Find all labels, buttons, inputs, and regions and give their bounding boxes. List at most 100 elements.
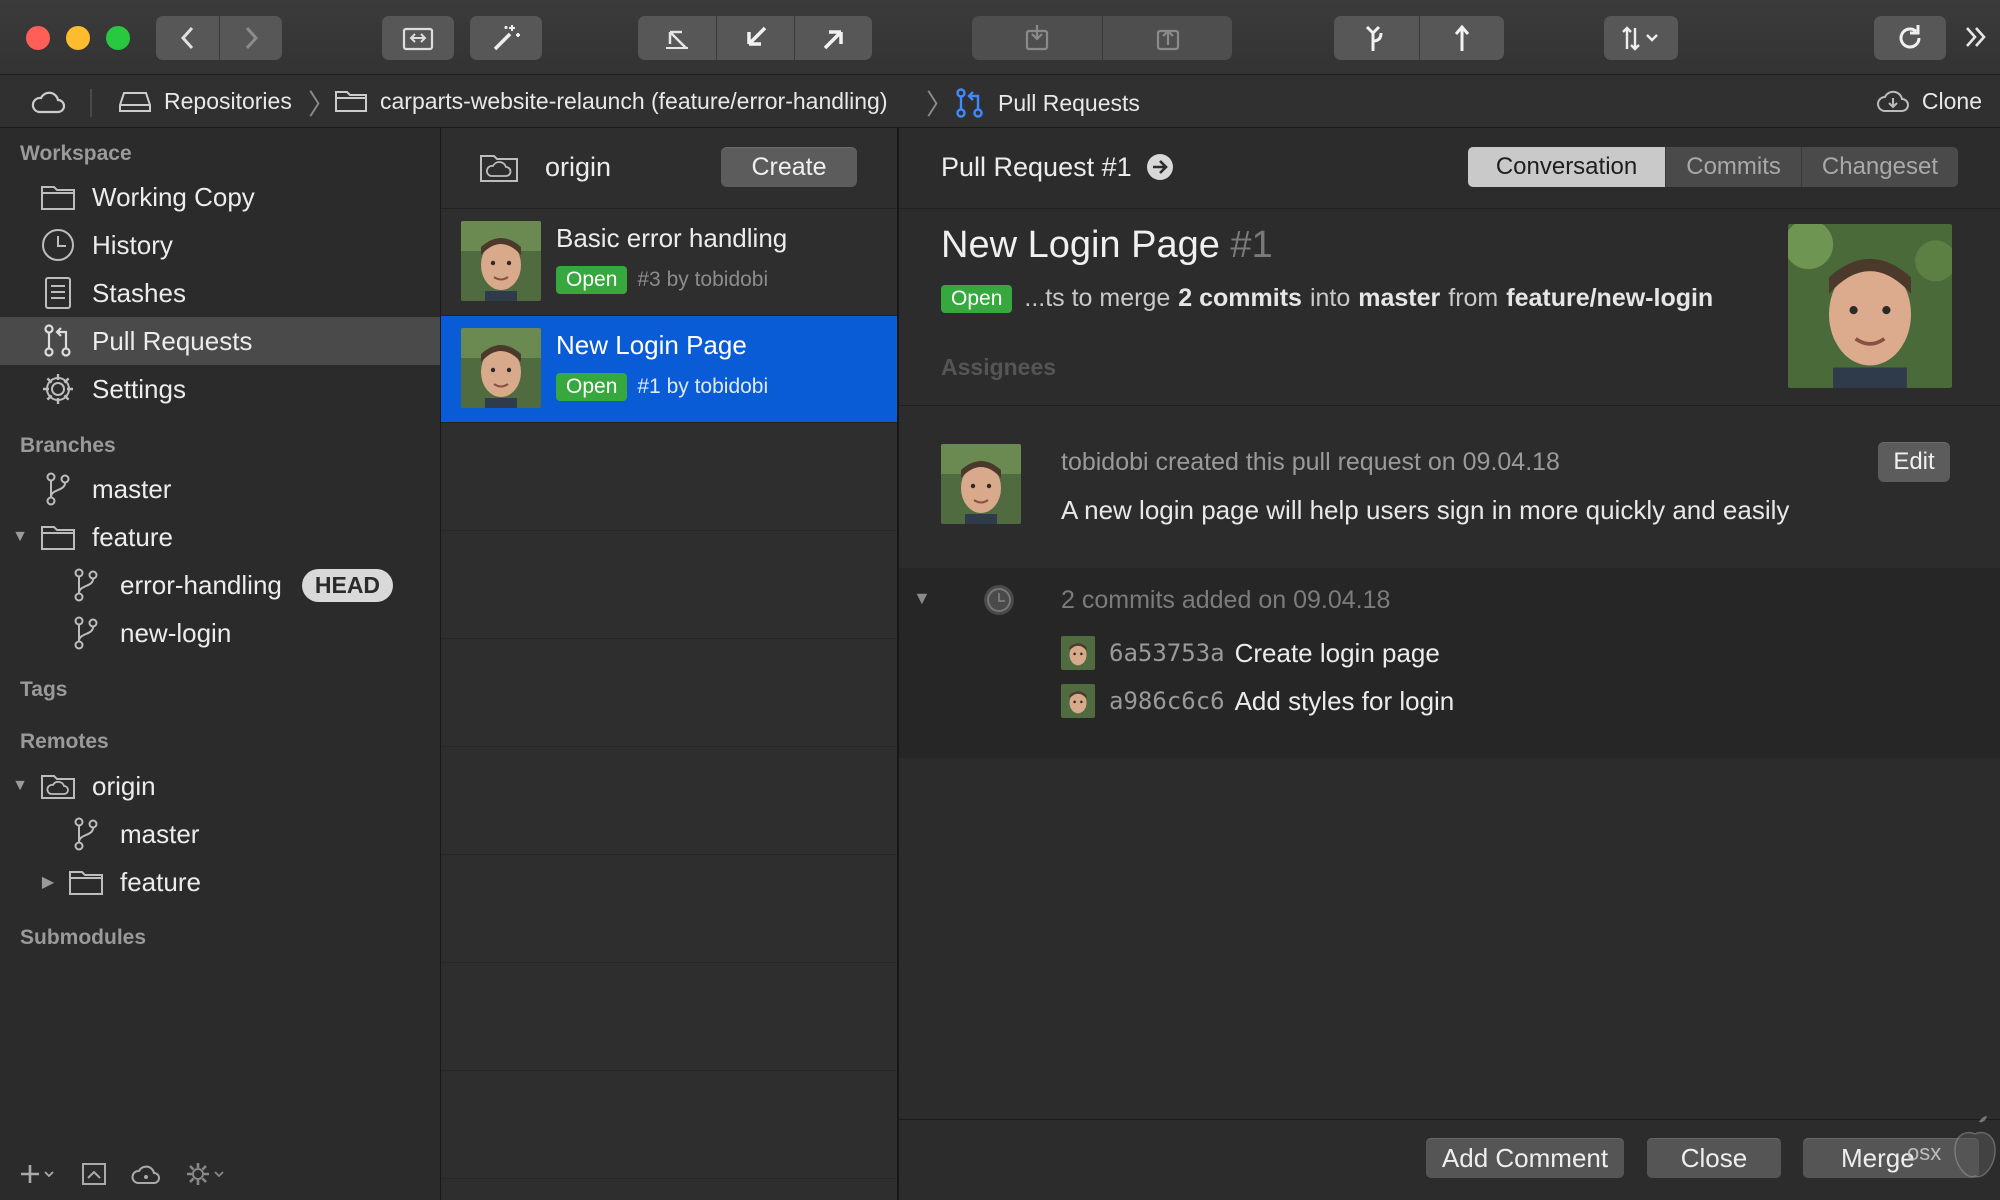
edit-comment-button[interactable]: Edit: [1878, 442, 1950, 482]
avatar: [1061, 636, 1095, 670]
remote-branch-master[interactable]: master: [0, 810, 440, 858]
breadcrumb-pull-requests[interactable]: Pull Requests: [954, 87, 1140, 119]
pull-request-row-selected[interactable]: New Login Page Open #1 by tobidobi: [441, 316, 897, 423]
detail-header-title: Pull Request #1: [941, 152, 1132, 182]
clone-label: Clone: [1921, 87, 1982, 114]
toolbar-overflow-button[interactable]: [1962, 22, 1990, 52]
add-menu-button[interactable]: [18, 1161, 58, 1187]
zoom-window-button[interactable]: [106, 26, 130, 50]
empty-row: [441, 747, 897, 855]
sync-buttons: [638, 16, 872, 60]
empty-row: [441, 1071, 897, 1179]
branch-icon: [66, 565, 106, 605]
back-button[interactable]: [156, 16, 219, 60]
sidebar-item-working-copy[interactable]: Working Copy: [0, 173, 440, 221]
breadcrumb-repositories[interactable]: Repositories: [118, 87, 292, 115]
gear-menu-button[interactable]: [184, 1160, 228, 1188]
stash-save-button[interactable]: [972, 16, 1102, 60]
branch-new-login[interactable]: new-login: [0, 609, 440, 657]
chevron-right-icon: 〉: [308, 89, 337, 120]
pull-button[interactable]: [716, 16, 794, 60]
empty-row: [441, 639, 897, 747]
branch-master[interactable]: master: [0, 465, 440, 513]
breadcrumb-repo[interactable]: carparts-website-relaunch (feature/error…: [334, 87, 888, 115]
create-pull-request-button[interactable]: Create: [721, 147, 857, 187]
stash-apply-button[interactable]: [1102, 16, 1232, 60]
sidebar-item-label: Stashes: [92, 277, 186, 308]
fetch-button[interactable]: [638, 16, 716, 60]
disclosure-down-icon[interactable]: ▼: [10, 527, 30, 547]
assignees-label: Assignees: [941, 354, 1057, 380]
show-in-finder-button[interactable]: [80, 1161, 108, 1187]
remote-folder-icon: [479, 150, 519, 184]
open-in-browser-icon[interactable]: [1145, 152, 1175, 182]
remote-folder-feature[interactable]: ▶ feature: [0, 858, 440, 906]
commit-message: Create login page: [1234, 637, 1440, 668]
author-avatar-large: [1788, 224, 1952, 388]
push-button[interactable]: [794, 16, 872, 60]
avatar: [1061, 684, 1095, 718]
breadcrumb-repositories-label: Repositories: [164, 87, 292, 114]
pull-request-number-author: #3 by tobidobi: [637, 268, 769, 291]
branch-label: master: [120, 818, 200, 849]
sidebar-item-settings[interactable]: Settings: [0, 365, 440, 413]
cloud-account-button[interactable]: [130, 1161, 162, 1187]
up-arrow-icon: [1454, 24, 1470, 51]
pull-request-list: origin Create Basic error handling Open …: [441, 128, 899, 1200]
avatar: [461, 221, 541, 301]
pull-request-number: #1: [1230, 224, 1273, 266]
sidebar-item-label: Settings: [92, 373, 186, 404]
merge-menu-button[interactable]: [1604, 16, 1678, 60]
stash-save-icon: [1025, 25, 1049, 51]
show-finder-button[interactable]: [382, 16, 454, 60]
sidebar-item-label: Working Copy: [92, 181, 255, 212]
merge-source-branch: feature/new-login: [1506, 284, 1714, 312]
empty-row: [441, 963, 897, 1071]
disclosure-down-icon[interactable]: ▼: [10, 776, 30, 796]
folder-icon: [38, 517, 78, 557]
sidebar-bottom-bar: [0, 1148, 440, 1200]
tab-changeset[interactable]: Changeset: [1800, 147, 1958, 187]
disclosure-down-icon[interactable]: ▼: [913, 588, 931, 609]
tab-commits[interactable]: Commits: [1665, 147, 1801, 187]
pull-request-icon: [38, 321, 78, 361]
folder-window-icon: [402, 27, 434, 51]
comment-avatar: [941, 444, 1021, 524]
minimize-window-button[interactable]: [66, 26, 90, 50]
remote-name: origin: [545, 152, 612, 182]
tag-button[interactable]: [1419, 16, 1504, 60]
commit-row[interactable]: a986c6c6 Add styles for login: [1061, 684, 1454, 718]
sidebar-item-pull-requests[interactable]: Pull Requests: [0, 317, 440, 365]
pull-request-row[interactable]: Basic error handling Open #3 by tobidobi: [441, 209, 897, 316]
disclosure-right-icon[interactable]: ▶: [38, 872, 58, 892]
branch-label: master: [92, 473, 172, 504]
branch-folder-feature[interactable]: ▼ feature: [0, 513, 440, 561]
pull-request-title: Basic error handling: [556, 223, 788, 253]
stash-apply-icon: [1156, 29, 1179, 51]
breadcrumb-pull-requests-label: Pull Requests: [998, 89, 1140, 116]
close-window-button[interactable]: [26, 26, 50, 50]
sidebar-item-stashes[interactable]: Stashes: [0, 269, 440, 317]
remote-origin[interactable]: ▼ origin: [0, 762, 440, 810]
clone-button[interactable]: Clone: [1876, 87, 1982, 115]
folder-icon: [38, 177, 78, 217]
commit-row[interactable]: 6a53753a Create login page: [1061, 636, 1440, 670]
branch-button[interactable]: [1334, 16, 1419, 60]
merge-button-label: Merge: [1841, 1142, 1915, 1173]
commits-event: ▼ 2 commits added on 09.04.18 6a53753a C…: [899, 568, 2000, 758]
refresh-button[interactable]: [1874, 16, 1946, 60]
branch-label: error-handling: [120, 569, 282, 600]
sidebar-item-history[interactable]: History: [0, 221, 440, 269]
pull-request-icon: [956, 88, 983, 118]
magic-wand-button[interactable]: [470, 16, 542, 60]
avatar: [461, 328, 541, 408]
clock-icon: [981, 582, 1017, 618]
add-comment-button[interactable]: Add Comment: [1426, 1138, 1624, 1178]
commit-hash: a986c6c6: [1109, 687, 1225, 715]
forward-button[interactable]: [219, 16, 282, 60]
commits-added-header: 2 commits added on 09.04.18: [1061, 586, 1391, 614]
close-pull-request-button[interactable]: Close: [1647, 1138, 1781, 1178]
cloud-icon[interactable]: [30, 88, 66, 116]
branch-error-handling[interactable]: error-handling HEAD: [0, 561, 440, 609]
tab-conversation[interactable]: Conversation: [1467, 147, 1666, 187]
